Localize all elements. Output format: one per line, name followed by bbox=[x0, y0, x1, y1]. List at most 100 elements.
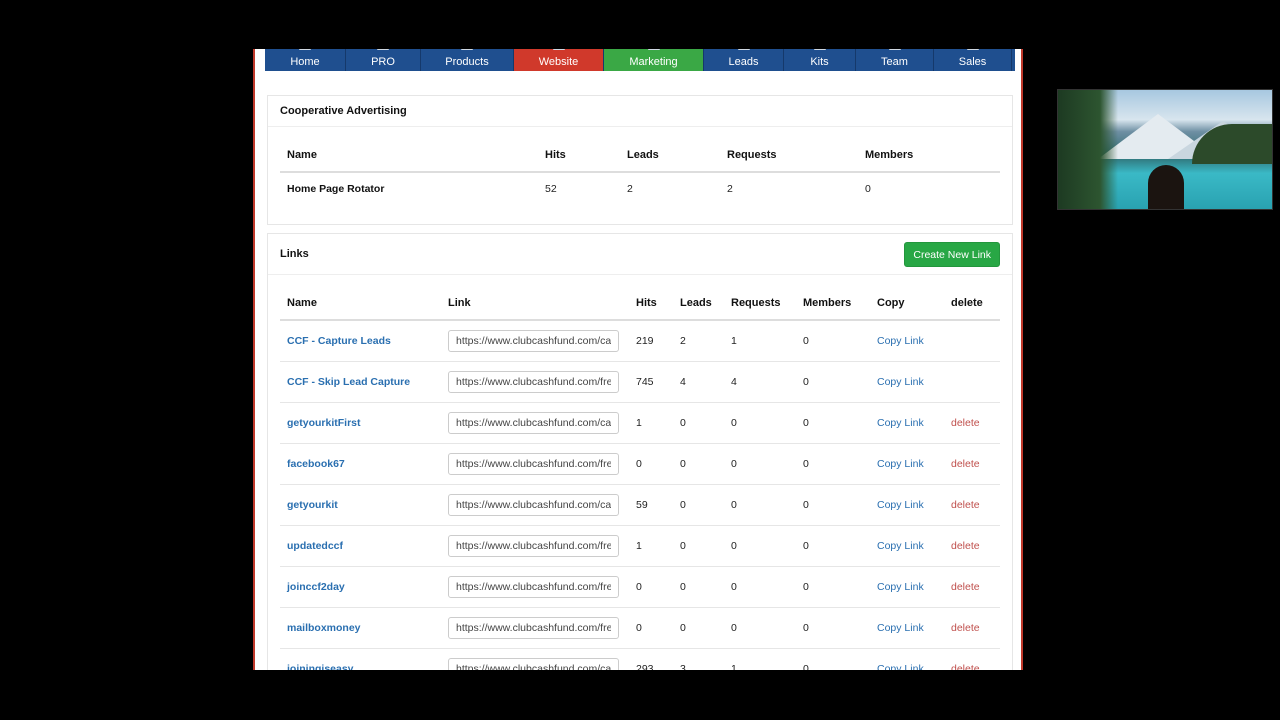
link-leads: 3 bbox=[673, 648, 724, 670]
link-hits: 1 bbox=[629, 525, 673, 567]
link-leads: 2 bbox=[673, 320, 724, 362]
link-hits: 0 bbox=[629, 566, 673, 608]
delete-link-button[interactable]: delete bbox=[951, 499, 980, 511]
link-url-input[interactable] bbox=[448, 371, 619, 393]
coop-cell-leads: 2 bbox=[627, 183, 633, 195]
link-requests: 0 bbox=[724, 402, 796, 444]
link-name[interactable]: facebook67 bbox=[280, 443, 441, 485]
copy-link-button[interactable]: Copy Link bbox=[877, 581, 924, 593]
nav-item-team[interactable]: Team bbox=[856, 49, 934, 71]
link-url-cell bbox=[441, 607, 629, 649]
nav-item-label: Leads bbox=[728, 56, 759, 68]
table-row: updatedccf1000Copy Linkdelete bbox=[280, 525, 1000, 567]
link-url-input[interactable] bbox=[448, 617, 619, 639]
table-row: joiningiseasy 293310 Copy Link delete bbox=[280, 648, 1000, 670]
delete-cell: delete bbox=[944, 607, 1000, 649]
table-row: CCF - Skip Lead Capture745440Copy Link bbox=[280, 361, 1000, 403]
copy-link-button[interactable]: Copy Link bbox=[877, 376, 924, 388]
coop-panel-title: Cooperative Advertising bbox=[268, 96, 1012, 127]
links-header-delete: delete bbox=[944, 287, 1000, 321]
link-leads: 0 bbox=[673, 525, 724, 567]
table-row: joinccf2day0000Copy Linkdelete bbox=[280, 566, 1000, 608]
link-name[interactable]: getyourkit bbox=[280, 484, 441, 526]
nav-item-kits[interactable]: Kits bbox=[784, 49, 856, 71]
link-requests: 0 bbox=[724, 484, 796, 526]
copy-link-button[interactable]: Copy Link bbox=[877, 663, 924, 670]
link-url-input[interactable] bbox=[448, 330, 619, 352]
link-url-input[interactable] bbox=[448, 658, 619, 670]
links-header-name: Name bbox=[280, 287, 441, 321]
links-header-link: Link bbox=[441, 287, 629, 321]
nav-item-home[interactable]: Home bbox=[265, 49, 346, 71]
link-url-input[interactable] bbox=[448, 535, 619, 557]
nav-item-pro[interactable]: PRO bbox=[346, 49, 421, 71]
copy-link-button[interactable]: Copy Link bbox=[877, 499, 924, 511]
nav-item-website[interactable]: Website bbox=[514, 49, 604, 71]
link-members: 0 bbox=[796, 361, 870, 403]
nav-icon bbox=[647, 49, 660, 50]
copy-link-button[interactable]: Copy Link bbox=[877, 458, 924, 470]
link-leads: 0 bbox=[673, 607, 724, 649]
copy-cell: Copy Link bbox=[870, 566, 944, 608]
delete-link-button[interactable]: delete bbox=[951, 540, 980, 552]
delete-cell: delete bbox=[944, 648, 1000, 670]
link-name[interactable]: joiningiseasy bbox=[280, 648, 441, 670]
delete-link-button[interactable]: delete bbox=[951, 581, 980, 593]
link-name[interactable]: CCF - Skip Lead Capture bbox=[280, 361, 441, 403]
link-url-cell bbox=[441, 320, 629, 362]
link-leads: 0 bbox=[673, 443, 724, 485]
copy-link-button[interactable]: Copy Link bbox=[877, 540, 924, 552]
delete-link-button[interactable]: delete bbox=[951, 663, 980, 670]
table-row: Home Page Rotator 52 2 2 0 bbox=[280, 172, 1000, 205]
coop-header-name: Name bbox=[280, 139, 538, 173]
link-url-input[interactable] bbox=[448, 412, 619, 434]
link-url-input[interactable] bbox=[448, 576, 619, 598]
nav-item-leads[interactable]: Leads bbox=[704, 49, 784, 71]
delete-cell: delete bbox=[944, 566, 1000, 608]
links-header-members: Members bbox=[796, 287, 870, 321]
delete-cell bbox=[944, 361, 1000, 403]
link-members: 0 bbox=[796, 648, 870, 670]
nav-item-products[interactable]: Products bbox=[421, 49, 514, 71]
copy-link-button[interactable]: Copy Link bbox=[877, 417, 924, 429]
links-header-requests: Requests bbox=[724, 287, 796, 321]
link-name[interactable]: mailboxmoney bbox=[280, 607, 441, 649]
delete-link-button[interactable]: delete bbox=[951, 458, 980, 470]
link-name[interactable]: updatedccf bbox=[280, 525, 441, 567]
link-url-cell bbox=[441, 484, 629, 526]
copy-link-button[interactable]: Copy Link bbox=[877, 622, 924, 634]
links-header-hits: Hits bbox=[629, 287, 673, 321]
nav-icon bbox=[888, 49, 901, 50]
link-hits: 0 bbox=[629, 443, 673, 485]
link-url-input[interactable] bbox=[448, 453, 619, 475]
link-url-cell bbox=[441, 361, 629, 403]
link-name[interactable]: getyourkitFirst bbox=[280, 402, 441, 444]
link-name[interactable]: joinccf2day bbox=[280, 566, 441, 608]
create-new-link-button[interactable]: Create New Link bbox=[904, 242, 1000, 267]
link-members: 0 bbox=[796, 566, 870, 608]
nav-item-sales[interactable]: Sales bbox=[934, 49, 1012, 71]
delete-link-button[interactable]: delete bbox=[951, 417, 980, 429]
link-requests: 0 bbox=[724, 566, 796, 608]
links-panel: Links Create New Link Name Link Hits Leads R… bbox=[267, 233, 1013, 670]
table-row: facebook670000Copy Linkdelete bbox=[280, 443, 1000, 485]
pine-trees bbox=[1058, 90, 1118, 209]
links-header-leads: Leads bbox=[673, 287, 724, 321]
link-leads: 4 bbox=[673, 361, 724, 403]
nav-icon bbox=[737, 49, 750, 50]
link-members: 0 bbox=[796, 484, 870, 526]
link-url-input[interactable] bbox=[448, 494, 619, 516]
nav-icon bbox=[377, 49, 389, 50]
delete-link-button[interactable]: delete bbox=[951, 622, 980, 634]
link-name[interactable]: CCF - Capture Leads bbox=[280, 320, 441, 362]
link-members: 0 bbox=[796, 525, 870, 567]
delete-cell: delete bbox=[944, 402, 1000, 444]
link-requests: 0 bbox=[724, 443, 796, 485]
table-row: getyourkit59000Copy Linkdelete bbox=[280, 484, 1000, 526]
coop-advertising-panel: Cooperative Advertising Name Hits Leads Req… bbox=[267, 95, 1013, 225]
nav-item-marketing[interactable]: Marketing bbox=[604, 49, 704, 71]
copy-link-button[interactable]: Copy Link bbox=[877, 335, 924, 347]
coop-header-members: Members bbox=[858, 139, 1000, 173]
link-hits: 0 bbox=[629, 607, 673, 649]
link-hits: 745 bbox=[629, 361, 673, 403]
